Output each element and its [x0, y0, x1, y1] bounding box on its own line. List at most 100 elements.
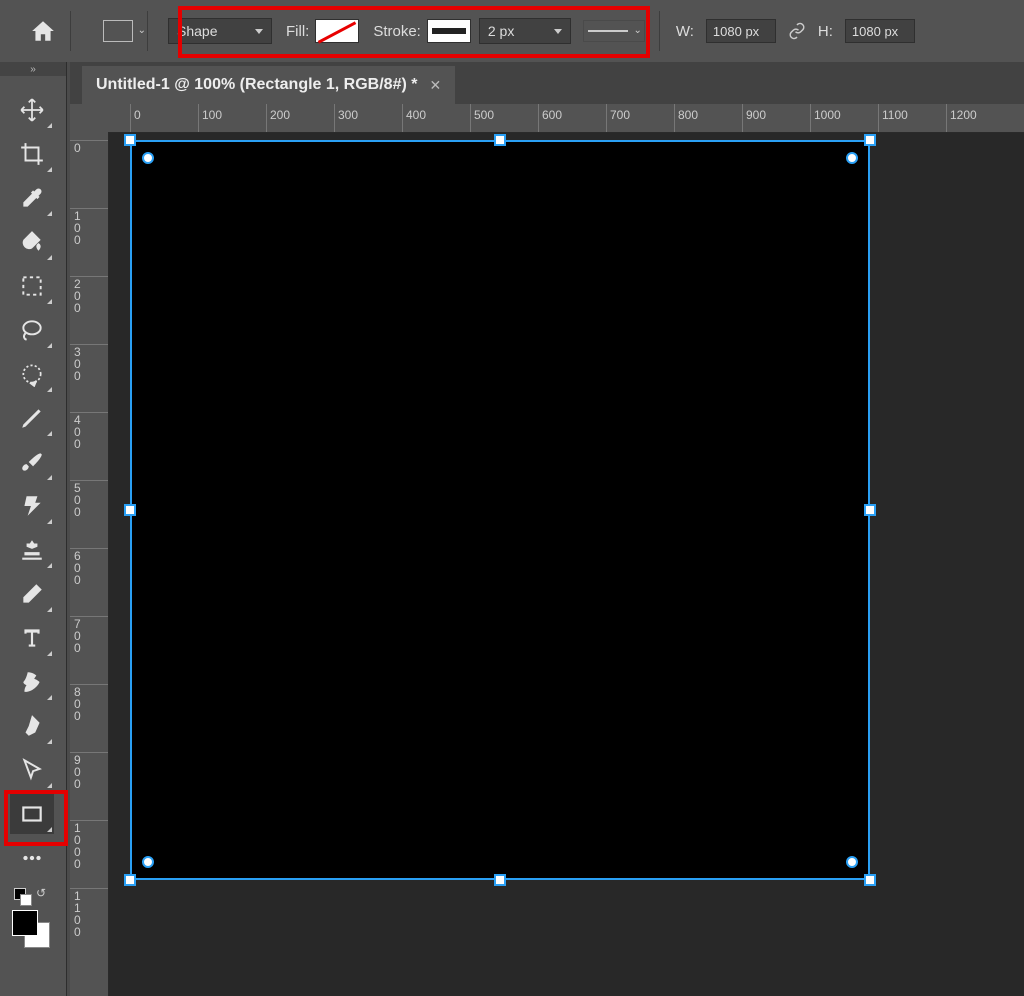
transform-handle[interactable] [864, 134, 876, 146]
expand-panels-button[interactable]: » [0, 62, 66, 76]
corner-anchor[interactable] [142, 152, 154, 164]
flyout-indicator-icon [47, 255, 52, 260]
default-colors-button[interactable]: ↺ [14, 882, 50, 902]
corner-anchor[interactable] [142, 856, 154, 868]
quick-selection-tool[interactable] [10, 354, 54, 394]
transform-handle[interactable] [494, 874, 506, 886]
ruler-label: 1 0 0 [74, 210, 84, 246]
flyout-indicator-icon [47, 607, 52, 612]
ruler-label: 5 0 0 [74, 482, 84, 518]
clone-stamp-tool[interactable] [10, 530, 54, 570]
flyout-indicator-icon [47, 211, 52, 216]
ruler-label: 1000 [814, 108, 841, 122]
ruler-label: 700 [610, 108, 630, 122]
home-button[interactable] [30, 18, 56, 44]
paint-bucket-tool[interactable] [10, 222, 54, 262]
stroke-style-dropdown[interactable]: ⌄ [583, 20, 645, 42]
flyout-indicator-icon [47, 123, 52, 128]
width-label: W: [676, 23, 694, 40]
foreground-background-swatch[interactable] [10, 908, 54, 948]
fill-label: Fill: [286, 23, 309, 40]
chevron-down-icon [554, 29, 562, 34]
flyout-indicator-icon [47, 695, 52, 700]
ruler-label: 200 [270, 108, 290, 122]
transform-handle[interactable] [494, 134, 506, 146]
separator [70, 11, 71, 51]
stroke-swatch[interactable] [427, 19, 471, 43]
separator [659, 11, 660, 51]
ruler-label: 9 0 0 [74, 754, 84, 790]
height-label: H: [818, 23, 833, 40]
crop-tool[interactable] [10, 134, 54, 174]
ruler-label: 500 [474, 108, 494, 122]
flyout-indicator-icon [47, 827, 52, 832]
ruler-label: 100 [202, 108, 222, 122]
ruler-label: 1100 [882, 108, 908, 122]
path-selection-tool[interactable] [10, 750, 54, 790]
stroke-width-dropdown[interactable]: 2 px [479, 18, 571, 44]
flyout-indicator-icon [47, 519, 52, 524]
document-tab-bar: Untitled-1 @ 100% (Rectangle 1, RGB/8#) … [70, 62, 1024, 104]
pencil-tool[interactable] [10, 398, 54, 438]
ruler-label: 900 [746, 108, 766, 122]
close-tab-button[interactable]: ✕ [429, 77, 441, 94]
shape-mode-dropdown[interactable]: Shape [168, 18, 272, 44]
horizontal-ruler[interactable]: 0100200300400500600700800900100011001200 [108, 104, 1024, 133]
selection-bounding-box[interactable] [130, 140, 870, 880]
transform-handle[interactable] [124, 504, 136, 516]
brush-tool[interactable] [10, 442, 54, 482]
tool-preset-picker[interactable]: ⌄ [103, 20, 133, 42]
transform-handle[interactable] [864, 504, 876, 516]
ruler-label: 2 0 0 [74, 278, 84, 314]
ruler-origin[interactable] [70, 104, 109, 133]
vertical-ruler[interactable]: 0 1 0 0 2 0 0 3 0 0 4 0 0 5 0 0 6 0 0 7 0 0 8 0 … [70, 132, 109, 996]
corner-anchor[interactable] [846, 152, 858, 164]
document-tab-title: Untitled-1 @ 100% (Rectangle 1, RGB/8#) … [96, 76, 417, 94]
rectangle-tool[interactable] [10, 794, 54, 834]
eraser-tool[interactable] [10, 574, 54, 614]
pen-tool[interactable] [10, 706, 54, 746]
flyout-indicator-icon [47, 739, 52, 744]
ruler-label: 0 [74, 142, 84, 154]
fill-swatch[interactable] [315, 19, 359, 43]
ruler-label: 3 0 0 [74, 346, 84, 382]
transform-handle[interactable] [864, 874, 876, 886]
separator [147, 11, 148, 51]
type-tool[interactable] [10, 618, 54, 658]
shape-mode-label: Shape [177, 23, 217, 39]
smudge-tool[interactable] [10, 662, 54, 702]
link-dimensions-button[interactable] [784, 18, 810, 44]
lasso-tool[interactable] [10, 310, 54, 350]
flyout-indicator-icon [47, 651, 52, 656]
stroke-width-value: 2 px [488, 23, 514, 39]
ruler-label: 7 0 0 [74, 618, 84, 654]
width-input[interactable]: 1080 px [706, 19, 776, 43]
flyout-indicator-icon [47, 563, 52, 568]
move-tool[interactable] [10, 90, 54, 130]
canvas-viewport[interactable] [108, 132, 1024, 996]
transform-handle[interactable] [124, 134, 136, 146]
ruler-label: 800 [678, 108, 698, 122]
ruler-label: 6 0 0 [74, 550, 84, 586]
document-tab[interactable]: Untitled-1 @ 100% (Rectangle 1, RGB/8#) … [82, 66, 455, 104]
edit-toolbar[interactable] [10, 838, 54, 878]
flyout-indicator-icon [47, 343, 52, 348]
foreground-color[interactable] [12, 910, 38, 936]
stroke-label: Stroke: [373, 23, 421, 40]
ruler-label: 300 [338, 108, 358, 122]
ruler-label: 8 0 0 [74, 686, 84, 722]
height-input[interactable]: 1080 px [845, 19, 915, 43]
corner-anchor[interactable] [846, 856, 858, 868]
ruler-label: 1 1 0 0 [74, 890, 84, 938]
document-area: 0100200300400500600700800900100011001200… [70, 104, 1024, 996]
ruler-label: 1200 [950, 108, 977, 122]
ruler-label: 4 0 0 [74, 414, 84, 450]
flyout-indicator-icon [47, 783, 52, 788]
healing-brush-tool[interactable] [10, 486, 54, 526]
options-bar: ⌄ Shape Fill: Stroke: 2 px ⌄ W: 1080 px … [0, 0, 1024, 62]
flyout-indicator-icon [47, 167, 52, 172]
marquee-tool[interactable] [10, 266, 54, 306]
transform-handle[interactable] [124, 874, 136, 886]
eyedropper-tool[interactable] [10, 178, 54, 218]
flyout-indicator-icon [47, 387, 52, 392]
